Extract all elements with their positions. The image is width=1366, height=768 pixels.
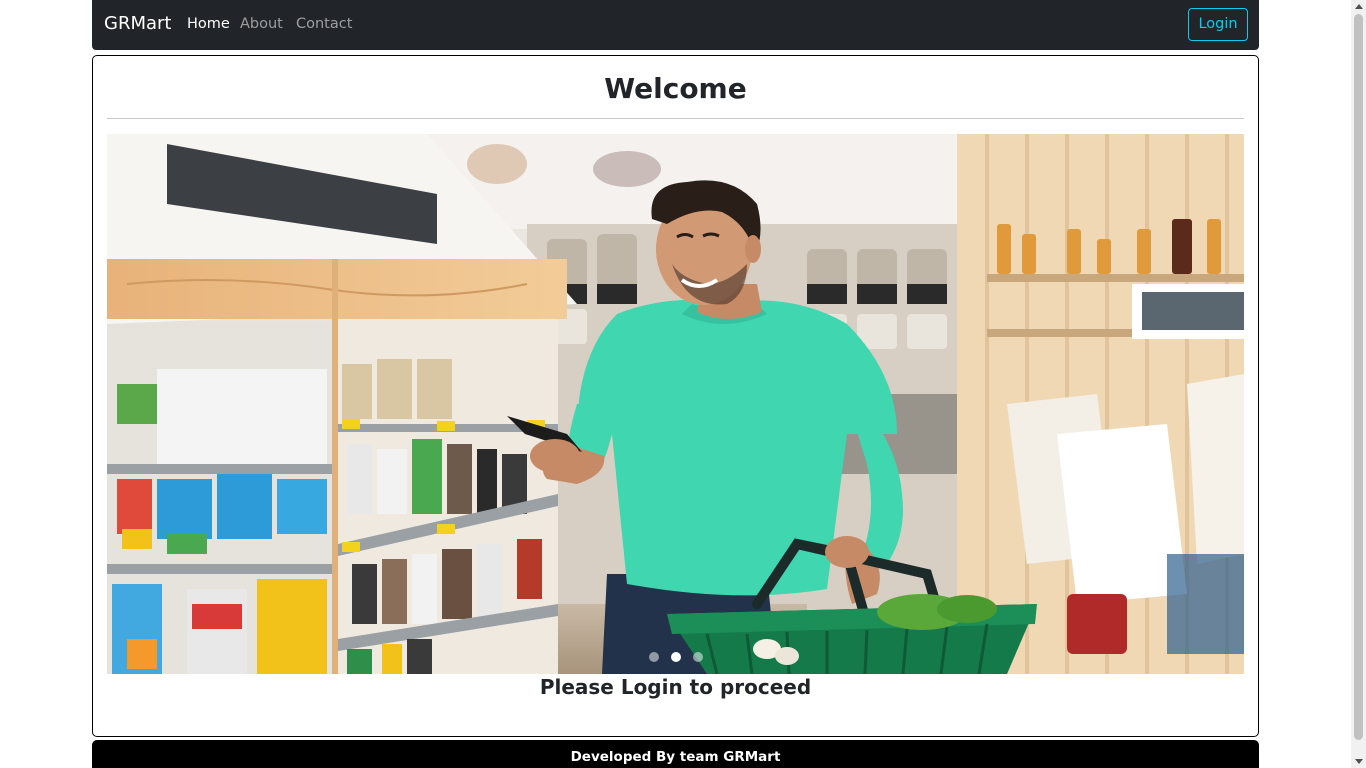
welcome-card: Welcome Please Login to proceed [92,55,1259,737]
hero-image [107,134,1244,674]
login-button[interactable]: Login [1188,8,1248,41]
scroll-up-icon[interactable] [1355,4,1363,9]
footer: Developed By team GRMart [92,740,1259,768]
nav-link-about[interactable]: About [240,16,283,32]
footer-credit: Developed By team GRMart [570,749,781,765]
login-prompt-text: Please Login to proceed [539,675,812,699]
carousel-indicator-1[interactable] [648,652,659,662]
page-title: Welcome [604,72,747,105]
page-scrollbar[interactable] [1351,0,1366,768]
top-navbar: GRMart Home About Contact Login [92,0,1259,50]
brand-logo[interactable]: GRMart [104,13,171,34]
nav-link-contact[interactable]: Contact [296,16,352,32]
carousel-indicators [107,652,1244,662]
scrollbar-thumb[interactable] [1354,14,1363,740]
scroll-down-icon[interactable] [1355,759,1363,764]
nav-link-home[interactable]: Home [187,16,230,32]
page: GRMart Home About Contact Login Welcome [0,0,1366,768]
carousel-indicator-3[interactable] [692,652,703,662]
hero-carousel[interactable] [107,134,1244,674]
carousel-indicator-2[interactable] [670,652,681,662]
title-divider [107,118,1244,119]
